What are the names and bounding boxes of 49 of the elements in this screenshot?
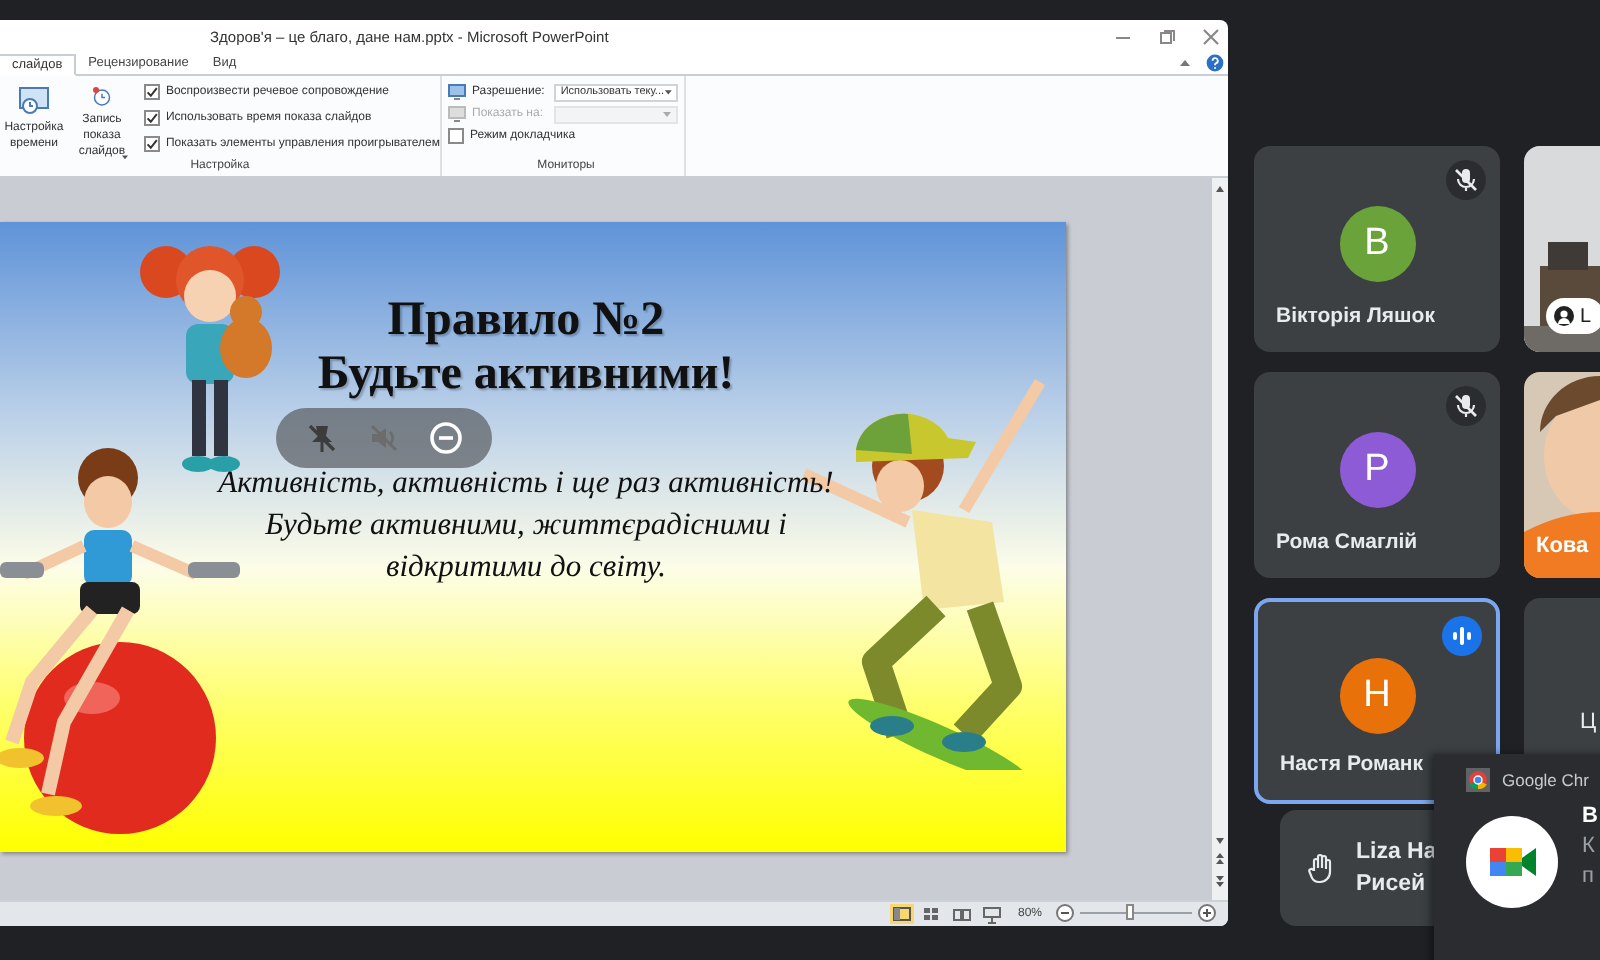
scrollbar[interactable] — [1212, 177, 1228, 900]
avatar: Н — [1339, 657, 1415, 733]
caret-icon — [661, 110, 671, 119]
participant-name: Рома Смаглій — [1276, 530, 1418, 554]
monitor-icon — [448, 84, 466, 101]
participant-tile[interactable]: Н Настя Романк — [1254, 598, 1500, 804]
checkbox[interactable] — [143, 110, 160, 127]
sorter-view-icon[interactable] — [919, 903, 944, 924]
unpin-icon[interactable] — [304, 419, 341, 456]
notification-title: В — [1582, 804, 1598, 828]
checkbox[interactable] — [143, 136, 160, 153]
slideshow-view-icon[interactable] — [979, 903, 1004, 924]
remove-icon[interactable] — [427, 419, 464, 456]
participant-name: Рисей — [1356, 872, 1428, 896]
video-tile[interactable]: L — [1524, 146, 1600, 352]
slide-title: Будьте активними! — [315, 347, 737, 402]
caret-icon — [664, 88, 673, 97]
participant-name: Кова — [1536, 534, 1589, 558]
help-icon[interactable] — [1206, 54, 1224, 73]
monitor-icon — [448, 106, 466, 123]
zoom-in-icon[interactable] — [1198, 904, 1216, 923]
participant-name: L — [1580, 305, 1592, 327]
notification-text: К — [1582, 834, 1597, 858]
slide-text: Будьте активними, життєрадісними і відкритими до світу. — [263, 505, 789, 588]
checkbox[interactable] — [143, 84, 160, 101]
video-call-logo-icon — [1466, 816, 1558, 908]
collapse-ribbon-icon[interactable] — [1178, 56, 1192, 71]
participant-name: Ц — [1580, 710, 1597, 734]
slide-timer-icon — [17, 83, 50, 116]
browser-icon — [1466, 768, 1490, 792]
slide-title: Правило №2 — [385, 293, 667, 348]
app-name: Google Chr — [1502, 770, 1589, 790]
speaking-indicator-icon — [1442, 616, 1482, 656]
raised-hand-icon — [1308, 852, 1336, 884]
slide-text: Активність, активність і ще раз активність! — [216, 463, 836, 504]
participant-tile[interactable]: Р Рома Смаглій — [1254, 372, 1500, 578]
participant-tile[interactable]: В Вікторія Ляшок — [1254, 146, 1500, 352]
reading-view-icon[interactable] — [949, 903, 974, 924]
notification-text: п — [1582, 864, 1596, 888]
participant-name: Настя Романк — [1280, 752, 1424, 776]
close-icon[interactable] — [1202, 27, 1220, 46]
maximize-icon[interactable] — [1158, 27, 1176, 46]
person-icon — [1554, 306, 1574, 326]
participant-name: Вікторія Ляшок — [1276, 304, 1435, 328]
zoom-out-icon[interactable] — [1056, 904, 1074, 923]
avatar: В — [1339, 205, 1415, 281]
checkbox[interactable] — [448, 128, 464, 145]
avatar: Р — [1339, 431, 1415, 507]
normal-view-icon[interactable] — [889, 903, 914, 924]
